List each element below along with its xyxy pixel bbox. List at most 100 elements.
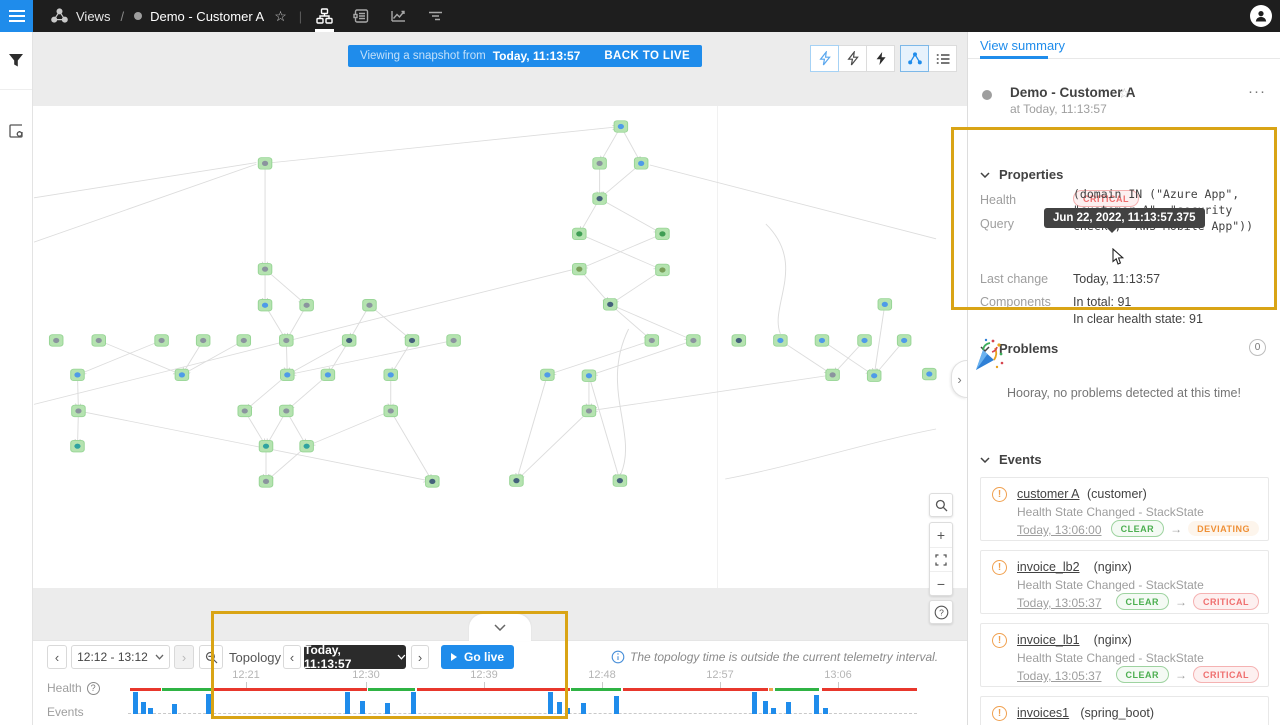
bolt-outline-button[interactable]	[838, 45, 867, 72]
topology-node[interactable]	[258, 299, 272, 310]
topology-node[interactable]	[155, 335, 169, 346]
topology-node[interactable]	[280, 335, 294, 346]
topology-time-next-button[interactable]: ›	[411, 645, 429, 669]
topology-node[interactable]	[426, 476, 440, 487]
topology-node[interactable]	[92, 335, 106, 346]
event-card[interactable]: !invoice_lb2(nginx)Health State Changed …	[980, 550, 1269, 614]
event-bar[interactable]	[411, 692, 416, 714]
canvas-search-button[interactable]	[929, 493, 953, 517]
topology-node[interactable]	[405, 335, 419, 346]
topology-node[interactable]	[593, 193, 607, 204]
topology-node[interactable]	[280, 405, 294, 416]
event-bar[interactable]	[771, 708, 776, 714]
canvas-help-button[interactable]: ?	[929, 600, 953, 624]
event-card[interactable]: !invoices1(spring_boot)Health State Chan…	[980, 696, 1269, 725]
back-to-live-button[interactable]: BACK TO LIVE	[604, 50, 690, 62]
nav-metrics-icon[interactable]	[388, 0, 409, 32]
event-bar[interactable]	[752, 692, 757, 714]
nav-components-icon[interactable]	[351, 0, 372, 32]
health-segment[interactable]	[571, 688, 621, 691]
event-bar[interactable]	[557, 702, 562, 714]
topology-node[interactable]	[259, 440, 273, 451]
topology-node[interactable]	[923, 368, 937, 379]
event-component-link[interactable]: invoice_lb1	[1017, 633, 1080, 647]
event-bar[interactable]	[141, 702, 146, 714]
topology-node[interactable]	[71, 369, 85, 380]
topology-view-button[interactable]	[900, 45, 929, 72]
event-bar[interactable]	[614, 696, 619, 714]
last-change-value[interactable]: Today, 11:13:57	[1073, 272, 1160, 286]
time-range-dropdown[interactable]: 12:12 - 13:12	[71, 645, 170, 669]
topology-node[interactable]	[897, 335, 911, 346]
topology-node[interactable]	[342, 335, 356, 346]
event-card[interactable]: !customer A(customer)Health State Change…	[980, 477, 1269, 541]
topology-node[interactable]	[300, 440, 314, 451]
topology-node[interactable]	[447, 335, 461, 346]
topology-time-prev-button[interactable]: ‹	[283, 645, 301, 669]
topology-node[interactable]	[732, 335, 746, 346]
hamburger-menu-icon[interactable]	[0, 0, 33, 32]
event-bar[interactable]	[206, 694, 211, 714]
health-help-icon[interactable]: ?	[87, 682, 100, 695]
filter-icon[interactable]	[0, 32, 32, 90]
event-time-link[interactable]: Today, 13:05:37	[1017, 669, 1102, 683]
events-section-header[interactable]: Events	[980, 452, 1042, 467]
go-live-button[interactable]: Go live	[441, 645, 514, 669]
event-bar[interactable]	[148, 708, 153, 714]
event-time-link[interactable]: Today, 13:05:37	[1017, 596, 1102, 610]
topology-node[interactable]	[363, 299, 377, 310]
topology-node[interactable]	[196, 335, 210, 346]
topology-time-dropdown[interactable]: Today, 11:13:57	[304, 645, 406, 669]
timeline-zoom-out-button[interactable]	[199, 645, 223, 669]
topology-node[interactable]	[593, 158, 607, 169]
event-bar[interactable]	[814, 695, 819, 714]
topology-node[interactable]	[573, 263, 587, 274]
topology-node[interactable]	[634, 158, 648, 169]
health-segment[interactable]	[162, 688, 211, 691]
topology-node[interactable]	[614, 121, 628, 132]
topology-node[interactable]	[49, 335, 63, 346]
view-star-icon[interactable]: ☆	[1118, 85, 1131, 102]
event-bar[interactable]	[565, 708, 570, 714]
topology-node[interactable]	[774, 335, 788, 346]
topology-node[interactable]	[687, 335, 701, 346]
topology-node[interactable]	[72, 405, 86, 416]
event-time-link[interactable]: Today, 13:06:00	[1017, 523, 1102, 537]
topology-node[interactable]	[258, 158, 272, 169]
event-card[interactable]: !invoice_lb1(nginx)Health State Changed …	[980, 623, 1269, 687]
event-component-link[interactable]: invoices1	[1017, 706, 1069, 720]
topology-node[interactable]	[300, 299, 314, 310]
range-next-button[interactable]: ›	[174, 645, 194, 669]
event-bar[interactable]	[360, 701, 365, 714]
topology-canvas[interactable]	[33, 106, 967, 588]
health-segment[interactable]	[822, 688, 917, 691]
topology-node[interactable]	[258, 263, 272, 274]
topology-node[interactable]	[175, 369, 189, 380]
topology-node[interactable]	[656, 264, 670, 275]
zoom-out-button[interactable]: −	[930, 571, 952, 595]
topology-node[interactable]	[867, 370, 881, 381]
zoom-in-button[interactable]: +	[930, 523, 952, 547]
view-settings-icon[interactable]	[0, 108, 32, 154]
topology-node[interactable]	[582, 370, 596, 381]
topology-node[interactable]	[384, 405, 398, 416]
topology-node[interactable]	[858, 335, 872, 346]
health-segment[interactable]	[368, 688, 415, 691]
health-segment[interactable]	[623, 688, 768, 691]
view-menu-button[interactable]: ···	[1248, 83, 1266, 100]
event-bar[interactable]	[763, 701, 768, 714]
event-bar[interactable]	[385, 703, 390, 714]
event-bar[interactable]	[548, 692, 553, 714]
topology-node[interactable]	[384, 369, 398, 380]
event-bar[interactable]	[581, 703, 586, 714]
topology-node[interactable]	[573, 228, 587, 239]
event-bar[interactable]	[786, 702, 791, 714]
topology-node[interactable]	[281, 369, 295, 380]
tab-view-summary[interactable]: View summary	[980, 38, 1065, 53]
breadcrumb-view-name[interactable]: Demo - Customer A	[150, 9, 264, 24]
topology-node[interactable]	[259, 476, 273, 487]
nav-traces-icon[interactable]	[425, 0, 446, 32]
topology-node[interactable]	[878, 299, 892, 310]
health-segment[interactable]	[417, 688, 570, 691]
list-view-button[interactable]	[928, 45, 957, 72]
